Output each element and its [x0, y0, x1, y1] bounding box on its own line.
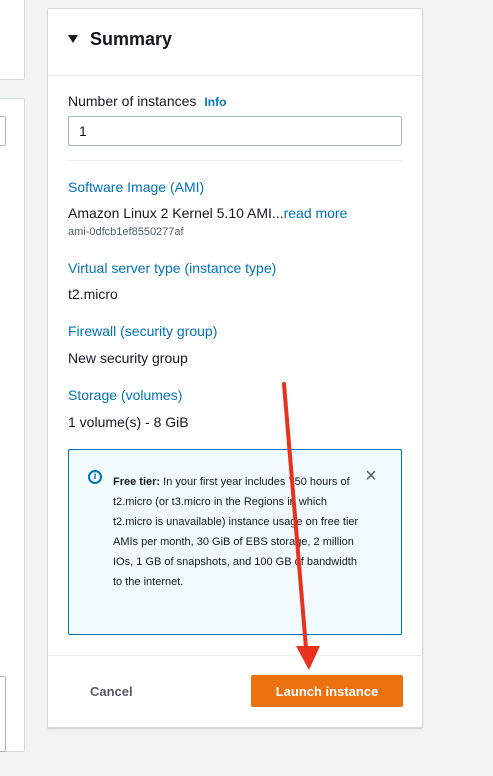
- info-circle-icon: i: [88, 470, 102, 484]
- free-tier-alert: i Free tier: In your first year includes…: [68, 449, 402, 635]
- close-icon[interactable]: ×: [361, 466, 381, 486]
- num-instances-label-text: Number of instances: [68, 93, 197, 109]
- num-instances-input[interactable]: 1: [68, 116, 402, 146]
- read-more-link[interactable]: read more: [284, 205, 348, 221]
- firewall-value: New security group: [68, 350, 188, 366]
- left-textarea-stub[interactable]: [0, 676, 6, 752]
- storage-link[interactable]: Storage (volumes): [68, 387, 182, 403]
- summary-header[interactable]: Summary: [48, 9, 422, 76]
- software-image-value: Amazon Linux 2 Kernel 5.10 AMI...read mo…: [68, 205, 347, 221]
- cancel-button[interactable]: Cancel: [72, 675, 152, 707]
- info-link[interactable]: Info: [204, 95, 226, 109]
- free-tier-body: In your first year includes 750 hours of…: [113, 476, 359, 588]
- instance-type-link[interactable]: Virtual server type (instance type): [68, 260, 276, 276]
- footer-divider: [48, 655, 422, 656]
- free-tier-text: Free tier: In your first year includes 7…: [113, 472, 359, 592]
- free-tier-title: Free tier:: [113, 476, 161, 488]
- ami-name: Amazon Linux 2 Kernel 5.10 AMI...: [68, 205, 284, 221]
- left-panel-main: [0, 98, 25, 752]
- caret-down-icon[interactable]: [68, 35, 78, 43]
- ami-id: ami-0dfcb1ef8550277af: [68, 226, 184, 238]
- software-image-link[interactable]: Software Image (AMI): [68, 179, 204, 195]
- num-instances-label: Number of instances Info: [68, 93, 226, 109]
- launch-instance-button[interactable]: Launch instance: [251, 675, 403, 707]
- divider: [68, 160, 402, 161]
- instance-type-value: t2.micro: [68, 286, 118, 302]
- left-input-stub[interactable]: [0, 116, 6, 146]
- summary-title: Summary: [90, 29, 173, 49]
- left-panel-top: [0, 0, 25, 80]
- storage-value: 1 volume(s) - 8 GiB: [68, 414, 189, 430]
- summary-panel: Summary Number of instances Info 1 Softwa…: [47, 8, 423, 728]
- firewall-link[interactable]: Firewall (security group): [68, 323, 217, 339]
